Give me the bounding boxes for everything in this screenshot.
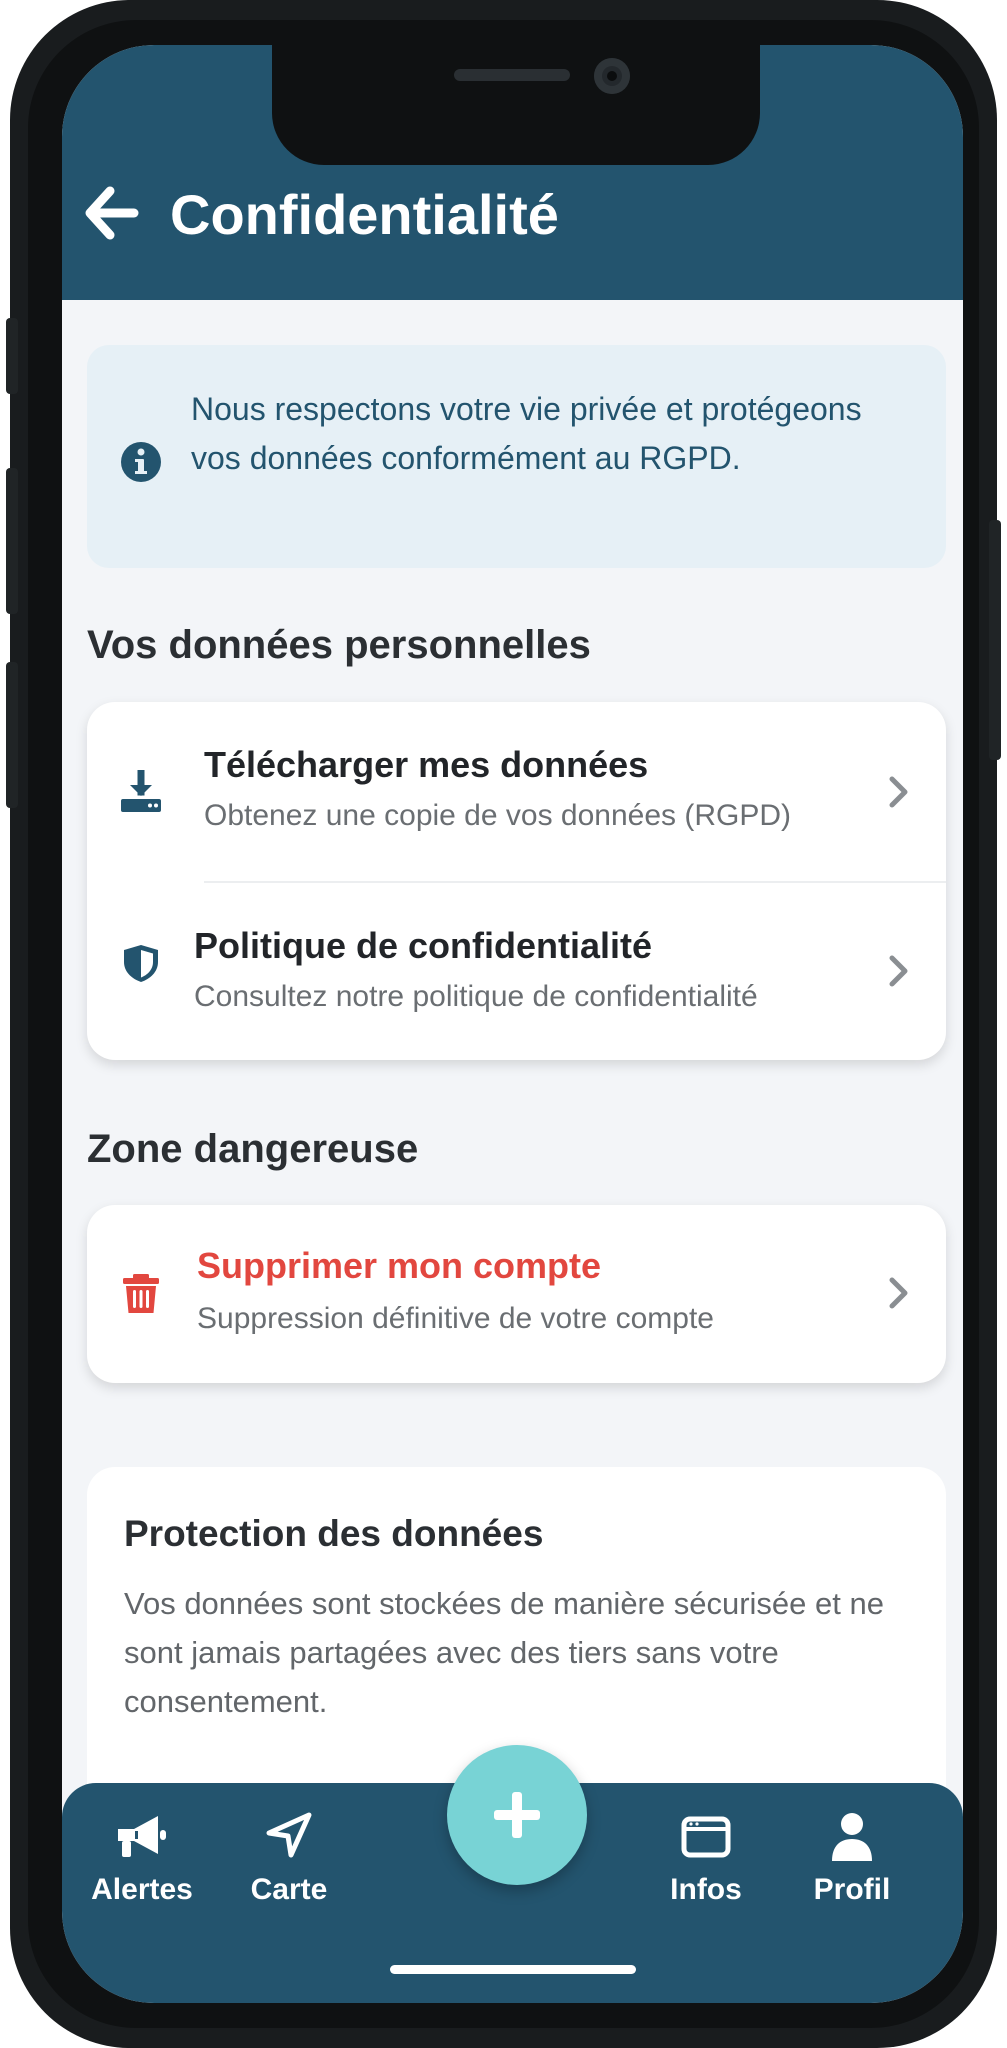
back-button[interactable] bbox=[84, 185, 140, 241]
volume-down-button bbox=[6, 662, 18, 808]
add-alert-button[interactable] bbox=[447, 1745, 587, 1885]
info-banner: Nous respectons votre vie privée et prot… bbox=[87, 345, 946, 568]
nav-label-alertes: Alertes bbox=[91, 1873, 193, 1906]
nav-item-alertes[interactable]: Alertes bbox=[67, 1811, 217, 1921]
front-camera bbox=[594, 58, 630, 94]
info-banner-text: Nous respectons votre vie privée et prot… bbox=[191, 391, 862, 476]
delete-account-subtitle: Suppression définitive de votre compte bbox=[197, 1302, 714, 1335]
window-icon bbox=[681, 1816, 731, 1858]
data-protection-body: Vos données sont stockées de manière séc… bbox=[124, 1586, 884, 1719]
chevron-right-icon bbox=[889, 955, 908, 987]
nav-label-infos: Infos bbox=[670, 1873, 742, 1906]
phone-frame: Confidentialité Nous respectons votre vi… bbox=[6, 0, 1001, 2048]
download-data-subtitle: Obtenez une copie de vos données (RGPD) bbox=[204, 799, 792, 832]
user-icon bbox=[832, 1813, 872, 1861]
delete-account-title: Supprimer mon compte bbox=[197, 1245, 602, 1286]
privacy-policy-subtitle: Consultez notre politique de confidentia… bbox=[194, 980, 758, 1013]
home-indicator[interactable] bbox=[390, 1965, 636, 1974]
danger-zone-card: Supprimer mon compte Suppression définit… bbox=[87, 1205, 946, 1383]
section-title-danger-zone: Zone dangereuse bbox=[87, 1127, 419, 1171]
download-data-title: Télécharger mes données bbox=[204, 744, 649, 785]
megaphone-icon bbox=[118, 1816, 166, 1857]
info-icon bbox=[121, 442, 161, 482]
power-button bbox=[989, 520, 1001, 760]
privacy-policy-title: Politique de confidentialité bbox=[194, 925, 653, 966]
page-title: Confidentialité bbox=[170, 183, 559, 246]
data-protection-title: Protection des données bbox=[124, 1513, 544, 1554]
delete-account-row[interactable]: Supprimer mon compte Suppression définit… bbox=[87, 1205, 946, 1383]
nav-item-infos[interactable]: Infos bbox=[631, 1811, 781, 1921]
privacy-policy-row[interactable]: Politique de confidentialité Consultez n… bbox=[87, 883, 946, 1060]
section-title-personal-data: Vos données personnelles bbox=[87, 623, 591, 667]
nav-item-profil[interactable]: Profil bbox=[777, 1811, 927, 1921]
app-screen: Confidentialité Nous respectons votre vi… bbox=[62, 45, 963, 2003]
arrow-left-icon bbox=[85, 186, 139, 240]
navigation-icon bbox=[266, 1812, 312, 1858]
mute-switch bbox=[6, 318, 18, 394]
chevron-right-icon bbox=[889, 1277, 908, 1309]
download-icon bbox=[121, 770, 161, 812]
personal-data-card: Télécharger mes données Obtenez une copi… bbox=[87, 702, 946, 1060]
speaker bbox=[454, 69, 570, 81]
nav-item-carte[interactable]: Carte bbox=[214, 1811, 364, 1921]
nav-label-profil: Profil bbox=[813, 1873, 891, 1906]
plus-icon bbox=[494, 1792, 540, 1838]
chevron-right-icon bbox=[889, 776, 908, 808]
nav-label-carte: Carte bbox=[250, 1873, 328, 1906]
notch bbox=[272, 45, 760, 165]
app-header: Confidentialité bbox=[62, 45, 963, 300]
shield-icon bbox=[124, 945, 158, 982]
trash-icon bbox=[123, 1274, 159, 1313]
download-data-row[interactable]: Télécharger mes données Obtenez une copi… bbox=[87, 702, 946, 881]
volume-up-button bbox=[6, 468, 18, 614]
